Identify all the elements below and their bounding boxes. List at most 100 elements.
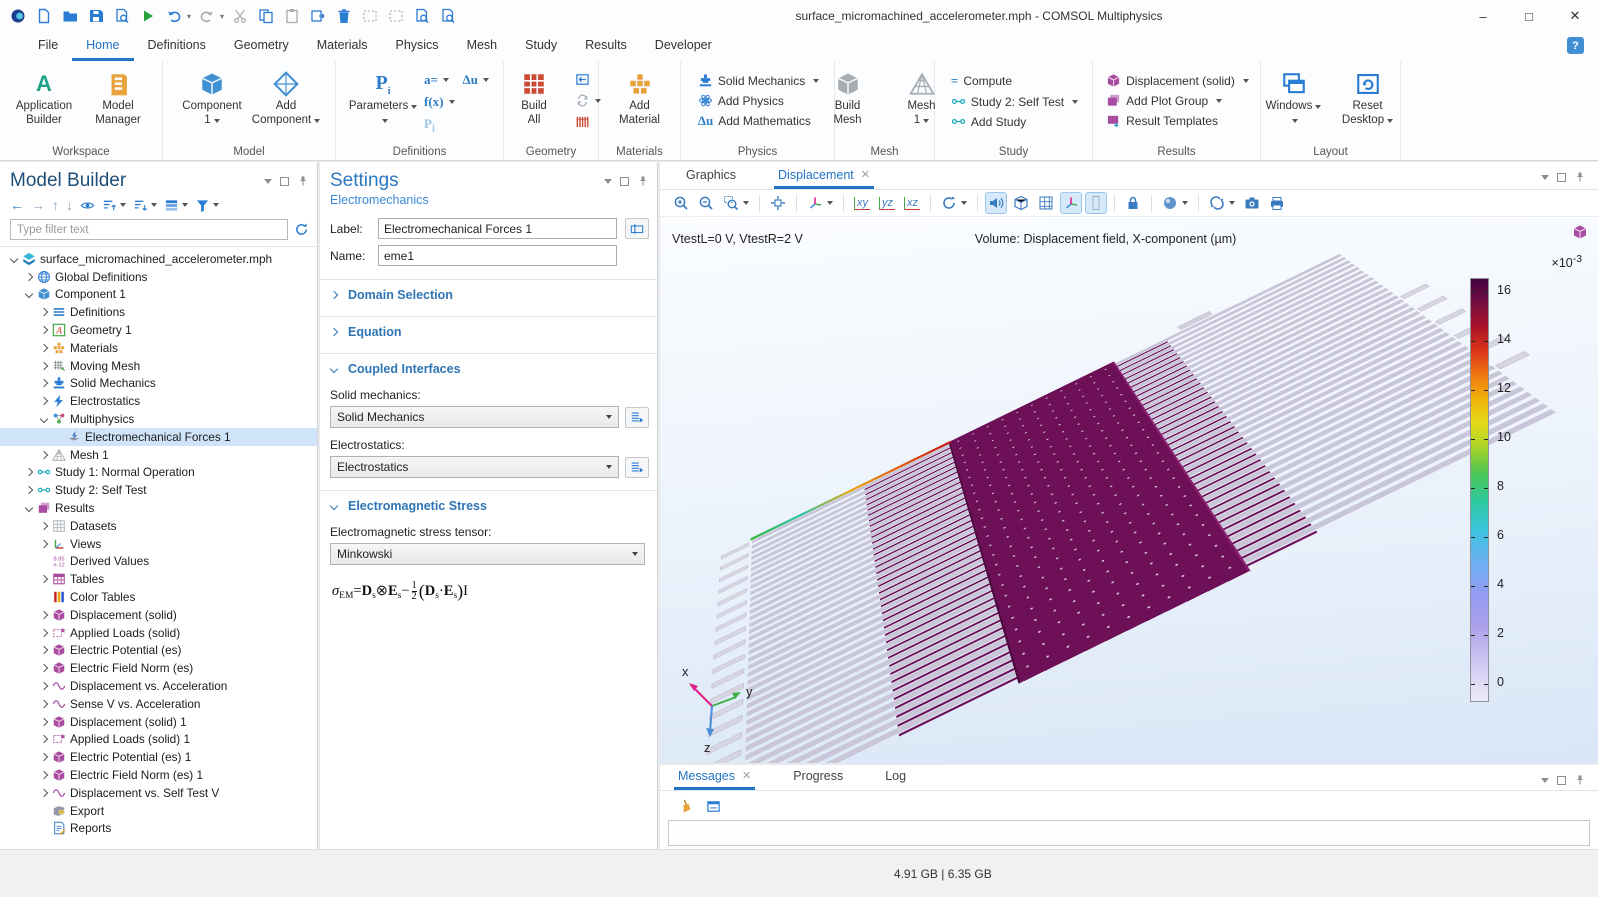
add-study-button[interactable]: Add Study [951,114,1078,129]
tree-chevron-icon[interactable] [40,522,48,530]
tree-chevron-icon[interactable] [40,753,48,761]
electrostatics-dropdown[interactable]: Electrostatics [330,456,619,478]
displacement-solid-button[interactable]: Displacement (solid) [1106,73,1249,88]
tab-log[interactable]: Log [881,762,910,790]
tree-chevron-icon[interactable] [40,415,48,423]
tree-node[interactable]: Results [0,499,317,517]
tree-node[interactable]: Study 2: Self Test [0,481,317,499]
tree-chevron-icon[interactable] [40,308,48,316]
close-icon[interactable]: ✕ [861,168,870,181]
scene-light-toggle[interactable] [985,192,1007,214]
panel-menu-icon[interactable] [604,179,612,184]
color-legend-toggle[interactable] [1085,192,1107,214]
reset-desktop-button[interactable]: ResetDesktop [1332,65,1404,127]
expand-all-button[interactable] [133,198,157,213]
tree-node[interactable]: Applied Loads (solid) [0,624,317,642]
move-down-button[interactable]: ↓ [66,197,73,213]
chevron-down-icon[interactable]: ▾ [187,12,191,21]
panel-float-icon[interactable] [1557,776,1566,785]
label-field[interactable] [378,218,617,239]
result-templates-button[interactable]: Result Templates [1106,113,1249,128]
build-mesh-button[interactable]: BuildMesh [812,65,884,127]
panel-float-icon[interactable] [1557,173,1566,182]
compare-button[interactable] [360,6,380,26]
save-button[interactable] [86,6,106,26]
tree-chevron-icon[interactable] [25,290,33,298]
functions-button[interactable]: f(x) [421,93,458,111]
tree-node[interactable]: Multiphysics [0,410,317,428]
tree-node[interactable]: Derived Values [0,553,317,571]
show-options-button[interactable] [80,198,95,213]
tab-messages[interactable]: Messages✕ [674,762,755,790]
view-xz-button[interactable]: xz [901,192,923,214]
move-up-button[interactable]: ↑ [52,197,59,213]
tree-chevron-icon[interactable] [40,771,48,779]
tree-node[interactable]: Electrostatics [0,392,317,410]
tree-chevron-icon[interactable] [40,611,48,619]
panel-menu-icon[interactable] [1541,778,1549,783]
menu-item-study[interactable]: Study [511,32,571,61]
tree-node[interactable]: Electric Potential (es) 1 [0,748,317,766]
tree-chevron-icon[interactable] [40,379,48,387]
view-xy-button[interactable]: xy [851,192,873,214]
paste-button[interactable] [282,6,302,26]
section-electromagnetic-stress[interactable]: Electromagnetic Stress [320,491,657,519]
close-icon[interactable]: ✕ [742,769,751,782]
add-physics-button[interactable]: Add Physics [698,93,819,108]
application-builder-button[interactable]: AApplicationBuilder [8,65,80,127]
tree-filter-input[interactable] [10,219,288,240]
redo-button[interactable] [197,6,217,26]
nav-back-button[interactable]: ← [10,197,24,213]
tree-chevron-icon[interactable] [40,326,48,334]
cut-button[interactable] [230,6,250,26]
zoom-extents-button[interactable] [767,192,789,214]
panel-float-icon[interactable] [620,177,629,186]
compute-button[interactable]: =Compute [951,73,1078,89]
rotate-view-button[interactable] [938,192,970,214]
environment-reflections-button[interactable] [1159,192,1191,214]
add-material-button[interactable]: AddMaterial [604,65,676,127]
tree-chevron-icon[interactable] [40,397,48,405]
component-1-button[interactable]: Component1 [176,65,248,127]
tree-node[interactable]: Materials [0,339,317,357]
tree-node[interactable]: Moving Mesh [0,357,317,375]
tree-chevron-icon[interactable] [40,646,48,654]
zoom-out-button[interactable] [695,192,717,214]
tree-node[interactable]: Study 1: Normal Operation [0,464,317,482]
collapse-all-button[interactable] [102,198,126,213]
tree-node[interactable]: Export [0,802,317,820]
zoom-box-button[interactable] [720,192,752,214]
tree-node[interactable]: Views [0,535,317,553]
tree-node[interactable]: Geometry 1 [0,321,317,339]
add-component-button[interactable]: AddComponent [250,65,322,127]
tab-graphics[interactable]: Graphics [682,161,740,189]
solid-mechanics-dropdown[interactable]: Solid Mechanics [330,406,619,428]
tree-chevron-icon[interactable] [40,700,48,708]
panel-menu-icon[interactable] [1541,175,1549,180]
duplicate-button[interactable] [308,6,328,26]
tree-chevron-icon[interactable] [40,451,48,459]
copy-button[interactable] [256,6,276,26]
tree-chevron-icon[interactable] [40,540,48,548]
tree-chevron-icon[interactable] [25,486,33,494]
menu-item-results[interactable]: Results [571,32,641,61]
open-in-window-button[interactable] [702,795,724,817]
app-logo-icon[interactable] [8,6,28,26]
tree-node[interactable]: Displacement (solid) 1 [0,713,317,731]
menu-item-physics[interactable]: Physics [381,32,452,61]
tree-node[interactable]: Definitions [0,303,317,321]
node-label-button[interactable] [164,198,188,213]
menu-item-developer[interactable]: Developer [641,32,726,61]
tree-chevron-icon[interactable] [40,575,48,583]
chevron-down-icon[interactable]: ▾ [220,12,224,21]
go-to-solid-mechanics-button[interactable] [625,407,649,428]
tree-chevron-icon[interactable] [40,789,48,797]
nav-forward-button[interactable]: → [31,197,45,213]
menu-item-home[interactable]: Home [72,32,133,61]
plot-area[interactable]: VtestL=0 V, VtestR=2 V Volume: Displacem… [660,218,1598,763]
tree-chevron-icon[interactable] [40,344,48,352]
menu-item-geometry[interactable]: Geometry [220,32,303,61]
variables-button[interactable]: a= [421,71,458,89]
transparency-toggle[interactable] [1010,192,1032,214]
panel-pin-icon[interactable] [297,175,309,187]
